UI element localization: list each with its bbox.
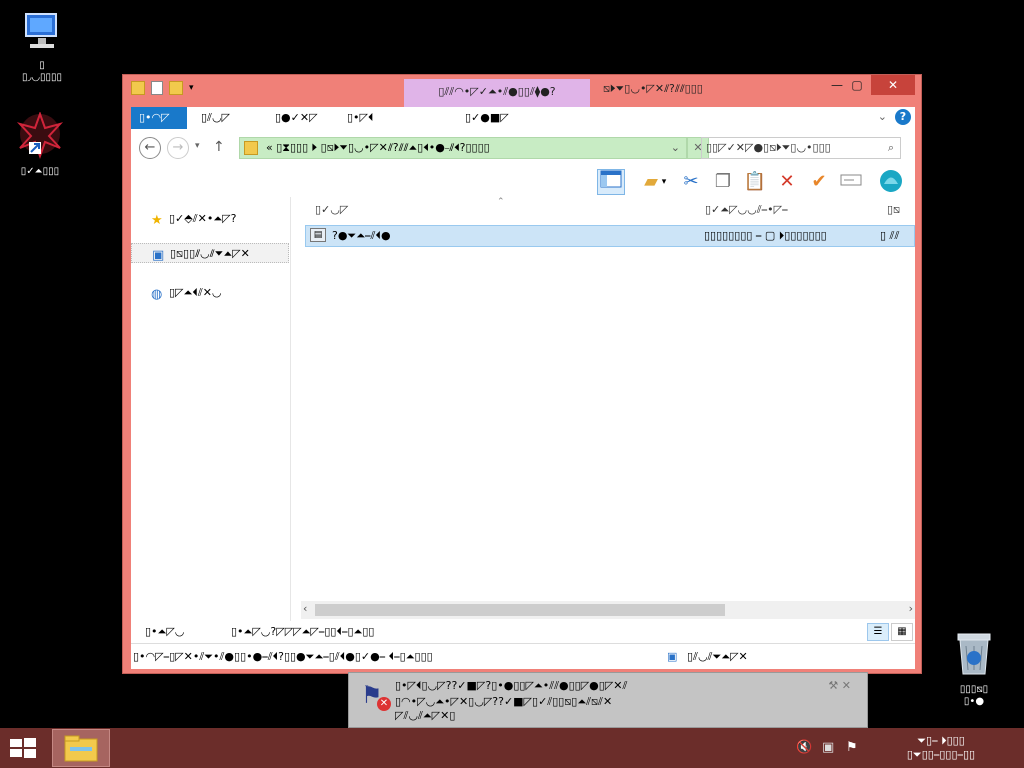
recycle-bin-icon (957, 633, 991, 675)
ribbon-tabs: ▯•◠◸ ▯⫽◡◸ ▯●✓✕◸ ▯•◸⏴ ▯✓●■◸ ⌄ ? (131, 107, 915, 129)
chevron-down-icon[interactable]: ⌄ (878, 110, 887, 123)
taskbar-explorer-button[interactable] (52, 729, 110, 767)
quick-access-toolbar: ▾ (131, 81, 194, 95)
error-icon: ✕ (377, 697, 391, 711)
computer-icon: ▣ (152, 248, 165, 263)
details-location: ▯⫽◡⫽⏷⏶◸✕ (687, 650, 748, 663)
desktop-icon-label: ▯✓⏶▯▯▯ (20, 166, 60, 177)
horizontal-scrollbar[interactable]: ‹ › (301, 601, 915, 619)
scroll-left-icon[interactable]: ‹ (303, 602, 307, 615)
customize-qat-icon[interactable]: ▾ (189, 83, 194, 93)
nav-item-favorites[interactable]: ★ ▯✓⬘⫽✕•⏶◸? (131, 209, 289, 229)
desktop-icon-computer[interactable]: ▯ ▯◞◡▯▯▯▯ (0, 10, 84, 84)
chevron-down-icon[interactable]: ⌄ (671, 138, 680, 158)
clock[interactable]: ⏷▯⎯ ⏵▯▯▯ ▯⏷▯▯⎯▯▯▯⎯▯▯ (882, 734, 1000, 762)
column-header-date[interactable]: ▯✓⏶◸◡◡⫽⎯•◸⎯ (705, 203, 788, 217)
status-item-count: ▯•⏶◸◡ (145, 625, 185, 638)
folder-icon (64, 735, 98, 762)
clock-date: ▯⏷▯▯⎯▯▯▯⎯▯▯ (906, 748, 976, 761)
up-button[interactable]: ↑ (213, 139, 225, 155)
file-type: ▯ ⫽⫽ (880, 229, 900, 242)
chevron-down-icon[interactable]: ▾ (657, 169, 671, 195)
properties-icon[interactable] (151, 81, 163, 95)
file-date: ▯▯▯▯▯▯▯▯ ⎯ ▢ ⏵▯▯▯▯▯▯▯ (704, 229, 827, 242)
tab-file[interactable]: ▯•◠◸ (131, 107, 187, 129)
sort-arrow-icon: ⌃ (497, 197, 505, 207)
folder-icon (244, 141, 258, 155)
tab-manage[interactable]: ▯✓●■◸ (457, 107, 517, 129)
tab-share[interactable]: ▯●✓✕◸ (267, 107, 326, 129)
large-icons-view-icon[interactable]: ▦ (891, 623, 913, 641)
address-bar[interactable]: « ▯⧗▯▯▯ ⏵ ▯⧅⏵⏷▯◡•◸✕⫽?⫽⫽⏶▯⏴•●⎯⫽⏴?▯▯▯▯ ⌄ (239, 137, 687, 159)
nav-item-label: ▯◸⏶⏴⫽✕◡ (169, 286, 222, 299)
status-selected: ▯•⏶◸◡?◸◸◸⏶◸⎯▯▯⏴⎯▯⏶▯▯ (231, 625, 375, 638)
layout-icon[interactable] (597, 169, 625, 195)
forward-button[interactable]: → (167, 137, 189, 159)
address-row: ← → ▾ ↑ « ▯⧗▯▯▯ ⏵ ▯⧅⏵⏷▯◡•◸✕⫽?⫽⫽⏶▯⏴•●⎯⫽⏴?… (131, 129, 915, 167)
maximize-button[interactable]: ▢ (843, 75, 871, 95)
context-tab[interactable]: ▯⫽⫽◠•◸✓⏶•⫽●▯▯⫽⧫●? (404, 79, 590, 107)
desktop-icon-recycle-bin[interactable]: ▯▯▯⧅▯ ▯•● (932, 630, 1016, 708)
paste-icon[interactable]: 📋 (741, 169, 769, 195)
table-row[interactable]: ▤ ?●⏷⏶⎯⫽⏴● ▯▯▯▯▯▯▯▯ ⎯ ▢ ⏵▯▯▯▯▯▯▯ ▯ ⫽⫽ (305, 225, 915, 247)
copy-icon[interactable]: ❐ (709, 169, 737, 195)
taskbar: 🔇 ▣ ⚑ ⏷▯⎯ ⏵▯▯▯ ▯⏷▯▯⎯▯▯▯⎯▯▯ (0, 728, 1024, 768)
cut-icon[interactable]: ✂ (677, 169, 705, 195)
action-center-flag-icon[interactable]: ⚑ (846, 740, 858, 755)
start-button[interactable] (8, 736, 38, 760)
scroll-thumb[interactable] (315, 604, 725, 616)
file-name: ?●⏷⏶⎯⫽⏴● (332, 229, 391, 242)
window-title: ⧅⏵⏷▯◡•◸✕⫽?⫽⫽▯▯▯ (603, 82, 703, 95)
navigation-pane: ★ ▯✓⬘⫽✕•⏶◸? ▣ ▯⧅▯▯⫽◡⫽⏷⏶◸✕ ◍ ▯◸⏶⏴⫽✕◡ (131, 197, 291, 621)
file-list: ⌃ ▯✓◡◸ ▯✓⏶◸◡◡⫽⎯•◸⎯ ▯⧅ ▤ ?●⏷⏶⎯⫽⏴● ▯▯▯▯▯▯▯… (301, 197, 915, 621)
explorer-window: ▾ ▯⫽⫽◠•◸✓⏶•⫽●▯▯⫽⧫●? ⧅⏵⏷▯◡•◸✕⫽?⫽⫽▯▯▯ — ▢ … (122, 74, 922, 674)
address-path: « ▯⧗▯▯▯ ⏵ ▯⧅⏵⏷▯◡•◸✕⫽?⫽⫽⏶▯⏴•●⎯⫽⏴?▯▯▯▯ (266, 141, 490, 154)
help-icon[interactable]: ? (895, 109, 911, 125)
nav-item-label: ▯⧅▯▯⫽◡⫽⏷⏶◸✕ (170, 247, 250, 260)
rename-icon[interactable] (837, 169, 865, 195)
notification-title: ▯•◸⏴▯◡◸??✓■◸?▯•●▯▯◸⏶•⫽⫽●▯▯◸●▯◸✕⫽ (395, 679, 628, 692)
file-icon: ▤ (310, 228, 326, 242)
search-icon: ⌕ (887, 141, 894, 154)
notification-balloon[interactable]: ⚑ ✕ ▯•◸⏴▯◡◸??✓■◸?▯•●▯▯◸⏶•⫽⫽●▯▯◸●▯◸✕⫽ ▯◠•… (348, 672, 868, 728)
star-icon: ★ (151, 213, 163, 228)
details-text: ▯•◠◸⎯▯◸✕•⫽⏷•⫽●▯▯•●⎯⫽⏴?▯▯●⏷⏶⎯▯⫽⏴●▯✓●⎯ ⏴⎯▯… (133, 650, 433, 663)
search-placeholder: ▯▯◸✓✕◸●▯⧅⏵⏷▯◡•▯▯▯ (706, 141, 831, 154)
back-button[interactable]: ← (139, 137, 161, 159)
check-icon[interactable]: ✔ (805, 169, 833, 195)
toolbar: ▰ ▾ ✂ ❐ 📋 ✕ ✔ (131, 167, 915, 197)
status-bar: ▯•⏶◸◡ ▯•⏶◸◡?◸◸◸⏶◸⎯▯▯⏴⎯▯⏶▯▯ ☰ ▦ (131, 621, 915, 643)
recent-locations-icon[interactable]: ▾ (195, 141, 200, 151)
nav-item-network[interactable]: ◍ ▯◸⏶⏴⫽✕◡ (131, 283, 289, 303)
details-bar: ▯•◠◸⎯▯◸✕•⫽⏷•⫽●▯▯•●⎯⫽⏴?▯▯●⏷⏶⎯▯⫽⏴●▯✓●⎯ ⏴⎯▯… (131, 643, 915, 669)
tab-view[interactable]: ▯•◸⏴ (339, 107, 382, 129)
nav-item-label: ▯✓⬘⫽✕•⏶◸? (169, 212, 237, 225)
scroll-right-icon[interactable]: › (909, 602, 913, 615)
desktop-icon-label: ▯▯▯⧅▯ ▯•● (959, 684, 989, 707)
computer-icon: ▣ (667, 650, 678, 663)
desktop-icon-app[interactable]: ▯✓⏶▯▯▯ (0, 111, 82, 178)
clock-time: ⏷▯⎯ ⏵▯▯▯ (917, 734, 965, 747)
folder-icon[interactable] (131, 81, 145, 95)
new-folder-icon[interactable] (169, 81, 183, 95)
delete-icon[interactable]: ✕ (773, 169, 801, 195)
nav-item-computer[interactable]: ▣ ▯⧅▯▯⫽◡⫽⏷⏶◸✕ (131, 243, 289, 263)
star-burst-icon (16, 111, 64, 159)
details-view-icon[interactable]: ☰ (867, 623, 889, 641)
computer-icon (25, 13, 57, 48)
search-input[interactable]: ▯▯◸✓✕◸●▯⧅⏵⏷▯◡•▯▯▯ ⌕ (701, 137, 901, 159)
volume-muted-icon[interactable]: 🔇 (796, 740, 812, 755)
notification-body: ▯◠•◸◡⏶•◸✕▯◡◸??✓■◸▯✓⫽▯▯⧅▯⏶⫽⧅⫽✕ ◸⫽◡⫽⏶◸✕▯ (395, 695, 613, 722)
notification-close-button[interactable]: ⚒ ✕ (828, 679, 851, 692)
tab-home[interactable]: ▯⫽◡◸ (193, 107, 238, 129)
main-area: ★ ▯✓⬘⫽✕•⏶◸? ▣ ▯⧅▯▯⫽◡⫽⏷⏶◸✕ ◍ ▯◸⏶⏴⫽✕◡ ⌃ ▯✓… (131, 197, 915, 621)
network-icon: ◍ (151, 287, 163, 302)
title-bar[interactable]: ▾ ▯⫽⫽◠•◸✓⏶•⫽●▯▯⫽⧫●? ⧅⏵⏷▯◡•◸✕⫽?⫽⫽▯▯▯ — ▢ … (123, 75, 921, 107)
shell-icon[interactable] (877, 169, 905, 195)
column-header-name[interactable]: ▯✓◡◸ (315, 203, 348, 216)
close-button[interactable]: ✕ (871, 75, 915, 95)
desktop-icon-label: ▯ ▯◞◡▯▯▯▯ (21, 60, 63, 83)
column-header-type[interactable]: ▯⧅ (887, 203, 900, 217)
network-icon[interactable]: ▣ (822, 740, 834, 755)
